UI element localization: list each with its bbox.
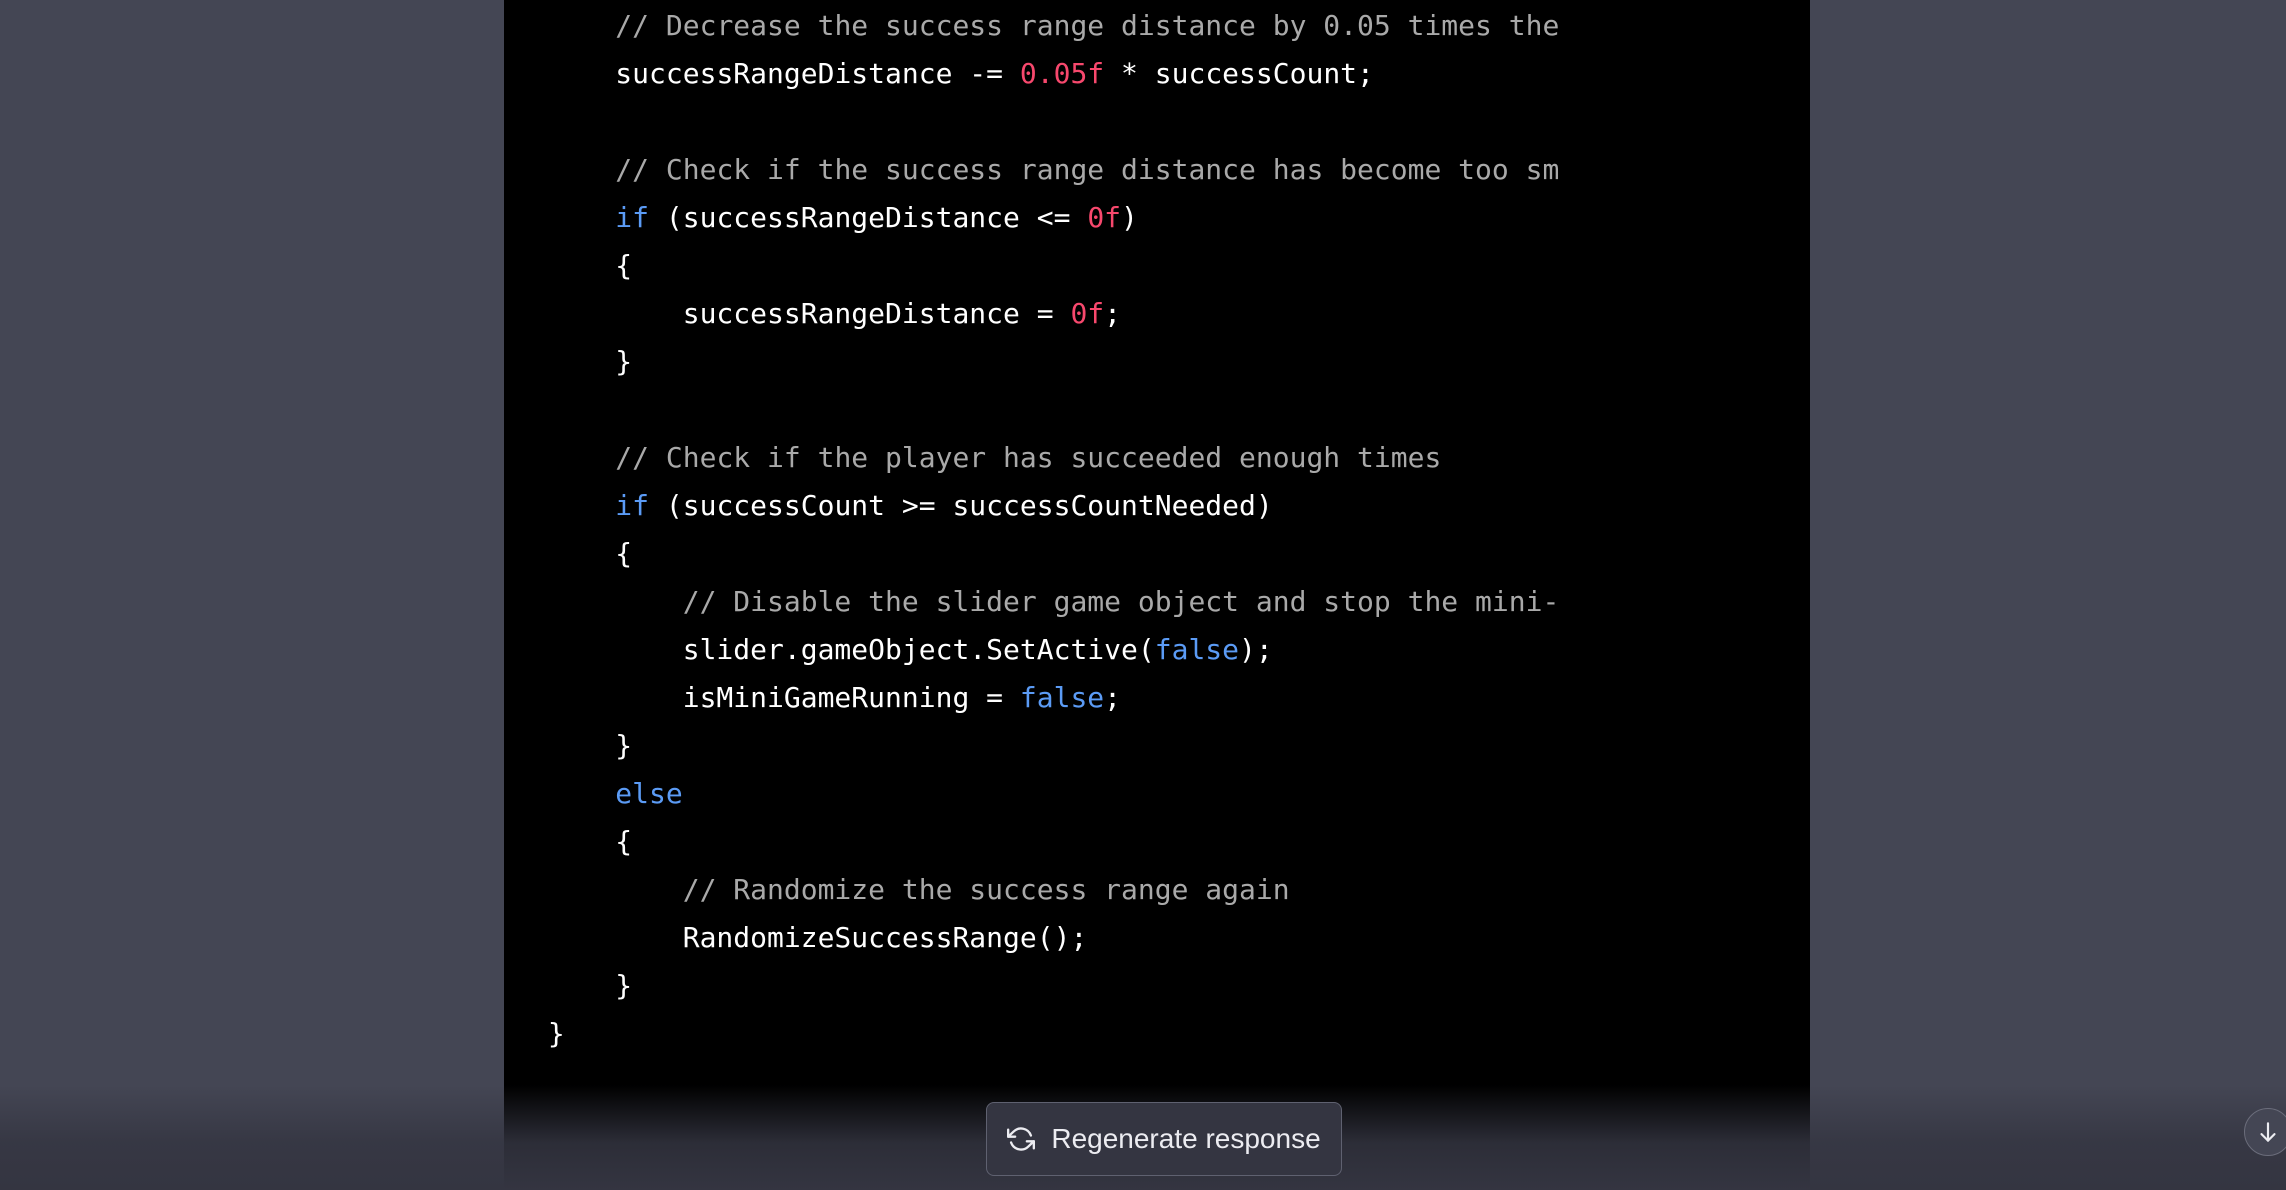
code-token-comment: // Randomize the success range again [682,873,1290,906]
code-line: isMiniGameRunning = false; [504,674,1559,722]
code-token-plain: { [615,825,633,858]
code-line: { [504,530,1559,578]
code-block: // Decrease the success range distance b… [504,2,1559,1190]
code-line: { [504,818,1559,866]
code-line: slider.gameObject.SetActive(false); [504,626,1559,674]
scroll-to-bottom-button[interactable] [2244,1108,2286,1156]
code-line: if (successRangeDistance <= 0f) [504,194,1559,242]
code-token-keyword: if [615,489,650,522]
code-token-keyword: false [1154,633,1240,666]
code-line: else [504,770,1559,818]
code-token-comment: // Decrease the success range distance b… [615,9,1560,42]
regenerate-response-label: Regenerate response [1051,1123,1321,1154]
code-token-plain: ) [1121,201,1138,234]
code-token-number: 0.05f [1019,57,1105,90]
code-line: // Check if the player has succeeded eno… [504,434,1559,482]
code-token-plain: slider.gameObject.SetActive( [682,633,1155,666]
code-token-number: 0f [1070,297,1105,330]
code-line: } [504,962,1559,1010]
code-token-comment: // Check if the player has succeeded eno… [615,441,1442,474]
code-token-plain: (successRangeDistance <= [649,201,1088,234]
code-line: // Check if the success range distance h… [504,146,1559,194]
code-token-plain: (successCount >= successCountNeeded) [649,489,1273,522]
code-line: } [504,1058,1559,1106]
code-token-comment: // Check if the success range distance h… [615,153,1560,186]
code-line: if (successCount >= successCountNeeded) [504,482,1559,530]
code-token-plain: { [615,537,633,570]
code-line: { [504,242,1559,290]
code-line: // Randomize the success range again [504,866,1559,914]
code-token-plain: { [615,249,633,282]
code-line: // Decrease the success range distance b… [504,2,1559,50]
code-token-plain: RandomizeSuccessRange(); [682,921,1088,954]
code-token-plain: successRangeDistance = [682,297,1071,330]
code-line: // Disable the slider game object and st… [504,578,1560,626]
code-token-plain: ; [1104,681,1122,714]
code-line: successRangeDistance -= 0.05f * successC… [504,50,1559,98]
code-token-plain: * successCount; [1104,57,1374,90]
arrow-down-icon [2255,1119,2281,1145]
code-token-plain: isMiniGameRunning = [682,681,1020,714]
code-token-plain: successRangeDistance -= [615,57,1020,90]
code-token-plain: ); [1239,633,1273,666]
code-token-plain: } [547,1017,565,1050]
code-line: RandomizeSuccessRange(); [504,914,1559,962]
code-line: successRangeDistance = 0f; [504,290,1559,338]
code-line: } [504,338,1559,386]
code-token-keyword: false [1019,681,1105,714]
code-line: } [504,722,1559,770]
code-token-keyword: else [615,777,683,810]
code-token-number: 0f [1087,201,1122,234]
code-token-keyword: if [615,201,650,234]
chat-page: // Decrease the success range distance b… [0,0,2286,1190]
code-block-panel: // Decrease the success range distance b… [504,0,1810,1190]
code-token-plain: } [615,345,633,378]
regenerate-response-button[interactable]: Regenerate response [986,1102,1342,1176]
code-token-plain: } [615,969,633,1002]
code-token-plain: } [615,729,633,762]
code-token-comment: // Disable the slider game object and st… [682,585,1560,618]
code-token-plain: ; [1104,297,1122,330]
refresh-icon [1007,1125,1036,1153]
code-line: } [504,1010,1559,1058]
